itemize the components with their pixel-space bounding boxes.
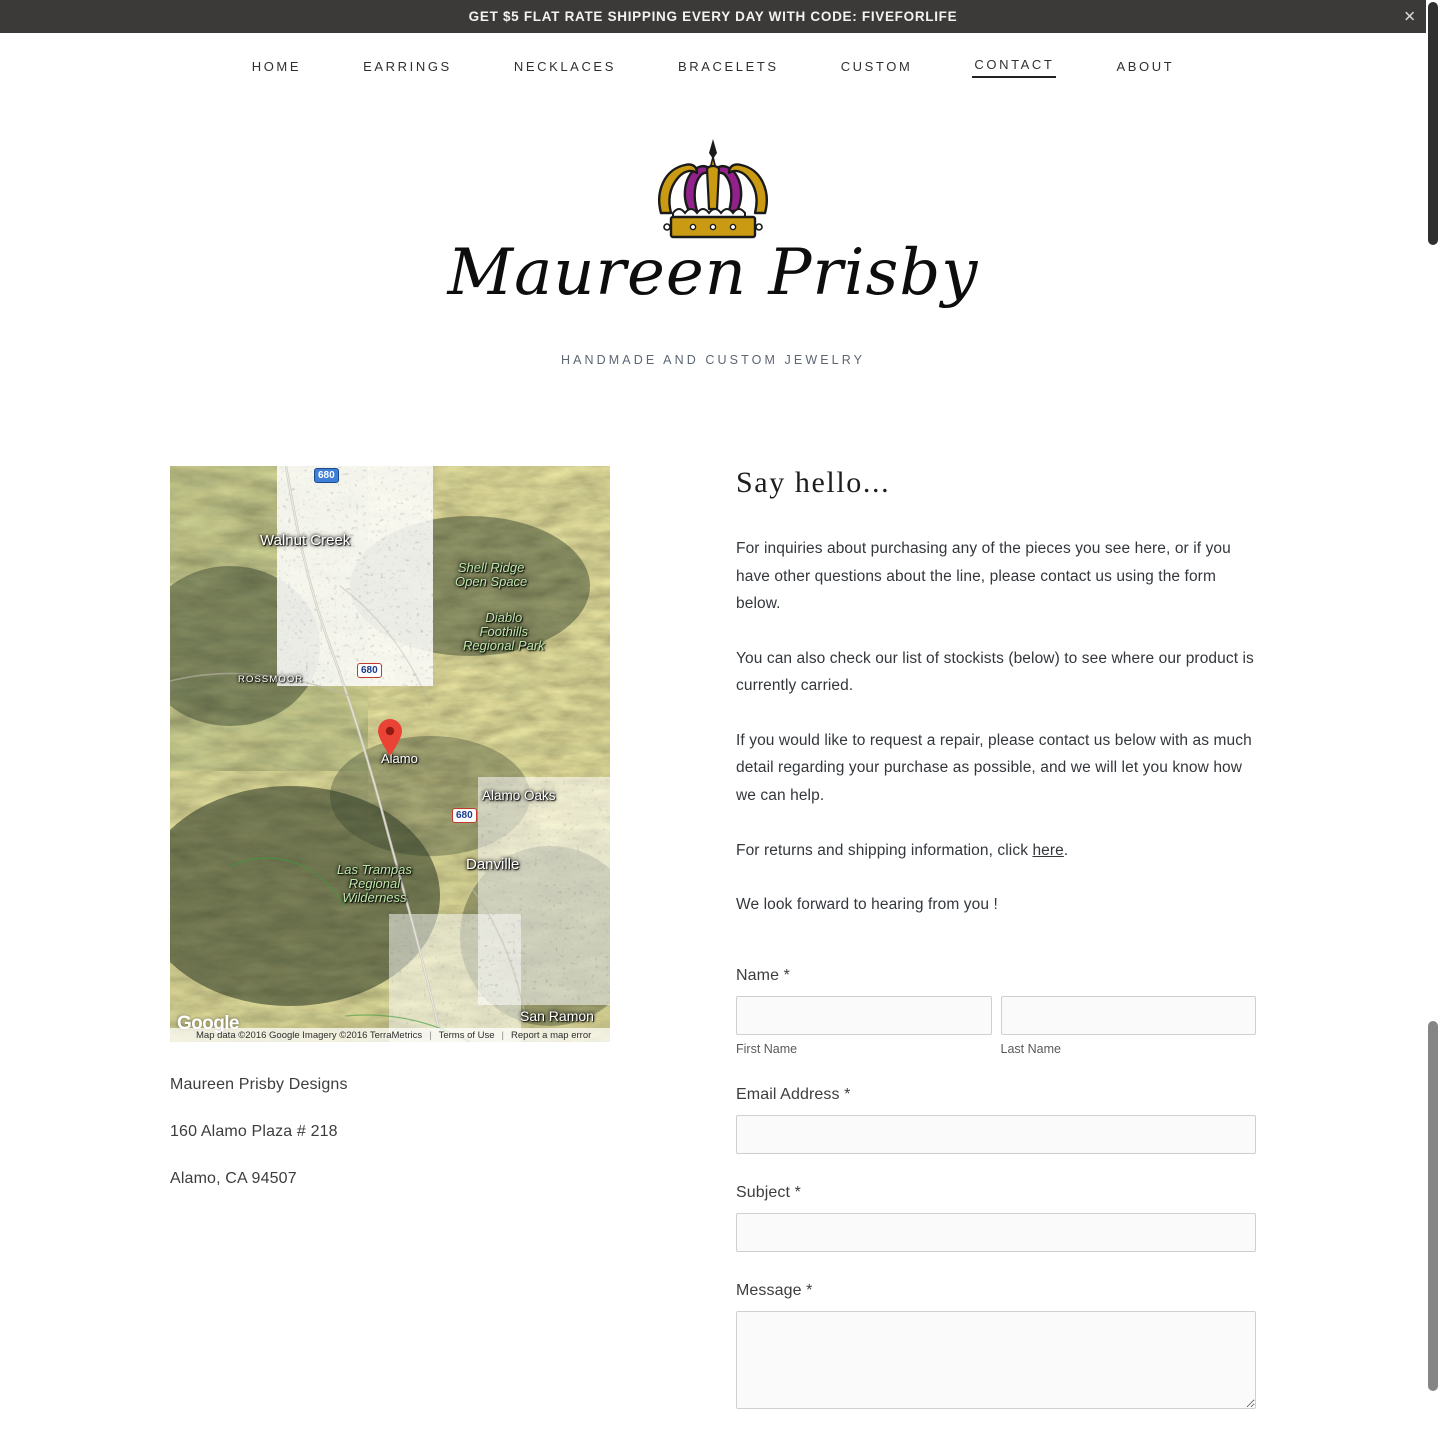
name-label: Name *	[736, 966, 790, 984]
location-map[interactable]: 680 680 680 Walnut Creek Shell Ridge Open…	[170, 466, 610, 1042]
last-name-column: Last Name	[1000, 995, 1256, 1056]
nav-item-necklaces[interactable]: NECKLACES	[512, 56, 618, 77]
address-line-street: 160 Alamo Plaza # 218	[170, 1123, 338, 1140]
name-inputs-row: First Name Last Name	[736, 995, 1256, 1056]
subject-input[interactable]	[736, 1212, 1256, 1252]
crown-icon	[633, 133, 793, 243]
highway-shield-680-lower: 680	[452, 808, 477, 823]
contact-form: Name * First Name Last Name Email Addres…	[736, 967, 1256, 1440]
message-textarea[interactable]	[736, 1310, 1256, 1409]
map-attribution: Map data ©2016 Google Imagery ©2016 Terr…	[170, 1028, 610, 1042]
map-attr-terms[interactable]: Terms of Use	[439, 1030, 495, 1041]
left-column: 680 680 680 Walnut Creek Shell Ridge Open…	[170, 466, 610, 1217]
nav-item-about[interactable]: ABOUT	[1114, 56, 1176, 77]
highway-shield-680-mid: 680	[357, 663, 382, 678]
email-label: Email Address *	[736, 1085, 851, 1103]
brand-wordmark: Maureen Prisby	[447, 236, 979, 310]
scrollbar-track[interactable]	[1426, 0, 1440, 1440]
paragraph-returns: For returns and shipping information, cl…	[736, 837, 1256, 865]
first-name-sublabel: First Name	[736, 1041, 798, 1056]
paragraph-repairs: If you would like to request a repair, p…	[736, 731, 1252, 805]
returns-prefix: For returns and shipping information, cl…	[736, 841, 1033, 859]
page-title: Say hello...	[736, 466, 891, 499]
paragraph-closing: We look forward to hearing from you !	[736, 896, 998, 914]
intro-copy: For inquiries about purchasing any of th…	[736, 535, 1256, 919]
nav-item-earrings[interactable]: EARRINGS	[361, 56, 454, 77]
nav-item-home[interactable]: HOME	[250, 56, 303, 77]
main-content: 680 680 680 Walnut Creek Shell Ridge Open…	[0, 466, 1426, 1440]
message-label: Message *	[736, 1281, 813, 1299]
message-field-group: Message *	[736, 1282, 1256, 1409]
paragraph-inquiries: For inquiries about purchasing any of th…	[736, 540, 1231, 613]
name-field-group: Name * First Name Last Name	[736, 967, 1256, 1056]
close-icon[interactable]: ✕	[1403, 9, 1416, 24]
returns-suffix: .	[1063, 841, 1069, 859]
returns-policy-link[interactable]: here	[1032, 842, 1063, 859]
right-column: Say hello... For inquiries about purchas…	[736, 466, 1256, 1440]
map-attr-report[interactable]: Report a map error	[511, 1030, 591, 1041]
address-line-city: Alamo, CA 94507	[170, 1170, 297, 1187]
announcement-bar: GET $5 FLAT RATE SHIPPING EVERY DAY WITH…	[0, 0, 1426, 33]
address-line-business: Maureen Prisby Designs	[170, 1076, 348, 1093]
highway-shield-680-top: 680	[314, 468, 339, 483]
last-name-input[interactable]	[1000, 995, 1256, 1035]
paragraph-stockists: You can also check our list of stockists…	[736, 649, 1254, 695]
announcement-text: GET $5 FLAT RATE SHIPPING EVERY DAY WITH…	[468, 9, 958, 24]
map-attr-data: Map data ©2016 Google Imagery ©2016 Terr…	[196, 1029, 423, 1041]
first-name-column: First Name	[736, 995, 992, 1056]
email-field-group: Email Address *	[736, 1086, 1256, 1154]
brand-tagline: HANDMADE AND CUSTOM JEWELRY	[560, 353, 866, 367]
main-navigation: HOME EARRINGS NECKLACES BRACELETS CUSTOM…	[0, 33, 1426, 91]
last-name-sublabel: Last Name	[1000, 1041, 1061, 1056]
subject-label: Subject *	[736, 1183, 801, 1201]
subject-field-group: Subject *	[736, 1184, 1256, 1252]
map-pin[interactable]	[377, 718, 403, 756]
email-input[interactable]	[736, 1114, 1256, 1154]
business-address: Maureen Prisby Designs 160 Alamo Plaza #…	[170, 1076, 610, 1188]
nav-item-bracelets[interactable]: BRACELETS	[676, 56, 781, 77]
page-scrollbar-thumb[interactable]	[1428, 1021, 1438, 1391]
nav-item-custom[interactable]: CUSTOM	[839, 56, 915, 77]
first-name-input[interactable]	[736, 995, 992, 1035]
site-logo[interactable]: Maureen Prisby HANDMADE AND CUSTOM JEWEL…	[0, 91, 1426, 367]
nav-item-contact[interactable]: CONTACT	[972, 54, 1057, 78]
browser-scrollbar-thumb[interactable]	[1428, 2, 1438, 245]
attr-divider-1: |	[429, 1029, 432, 1041]
attr-divider-2: |	[501, 1029, 505, 1041]
